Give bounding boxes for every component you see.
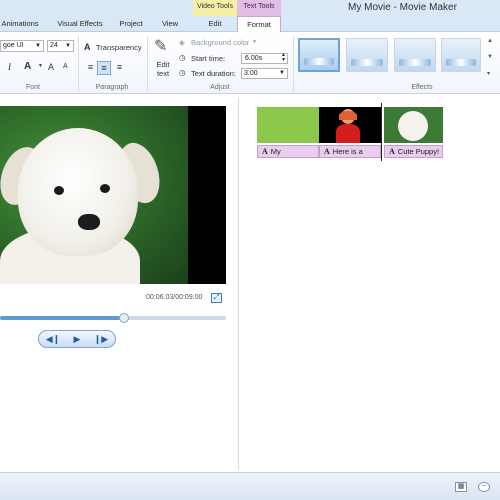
tab-format[interactable]: Format: [237, 16, 281, 33]
clock-icon: ◷: [179, 53, 186, 62]
storyboard-clip-puppy[interactable]: [384, 107, 443, 143]
caption-item[interactable]: A Cute Puppy!: [384, 145, 443, 158]
letterbox-bar: [188, 106, 226, 284]
ribbon-tabs: Animations Visual Effects Project View E…: [0, 16, 500, 33]
transparency-icon: A: [84, 42, 91, 52]
puppy-head: [18, 128, 138, 256]
text-caption-icon: A: [324, 147, 330, 156]
text-tools-label: Text Tools: [243, 3, 275, 10]
start-time-value: 6.00s: [245, 55, 263, 62]
person-body: [336, 124, 360, 143]
edit-text-icon: ✎: [154, 38, 168, 55]
transparency-button[interactable]: Transparency: [96, 43, 142, 52]
chevron-down-icon: ▼: [35, 43, 41, 49]
group-divider: [78, 36, 79, 92]
seek-bar[interactable]: [0, 313, 226, 323]
pane-divider[interactable]: [238, 97, 239, 470]
window-title: My Movie - Movie Maker: [348, 2, 457, 13]
effect-preview-icon: [399, 59, 431, 66]
play-icon[interactable]: ▶: [66, 333, 88, 346]
text-duration-label: Text duration:: [191, 69, 237, 78]
align-left-icon[interactable]: ≡: [84, 62, 97, 74]
fullscreen-icon[interactable]: ⤢: [211, 293, 222, 303]
storyboard-clip-title[interactable]: [257, 107, 319, 143]
effect-preview-icon: [304, 58, 334, 65]
effects-group-label: Effects: [411, 84, 433, 91]
adjust-group-label: Adjust: [210, 84, 230, 91]
storyboard-clip-person[interactable]: [319, 107, 381, 143]
shrink-font-button[interactable]: A: [63, 63, 68, 70]
chevron-down-icon: ▼: [252, 39, 257, 45]
timecode-display: 00:06.03/00:09.00: [146, 294, 203, 301]
caption-item[interactable]: A Here is a: [319, 145, 381, 158]
text-caption-icon: A: [262, 147, 268, 156]
status-bar: ▦ −: [0, 472, 500, 500]
storyboard-playhead[interactable]: [381, 103, 382, 161]
zoom-out-icon[interactable]: −: [478, 482, 490, 492]
caption-text: Cute Puppy!: [397, 147, 440, 156]
font-color-button[interactable]: A: [24, 61, 31, 72]
duration-icon: ◷: [179, 68, 186, 77]
puppy-thumbnail: [398, 111, 428, 141]
font-family-value: goe UI: [3, 42, 24, 49]
gallery-more-icon[interactable]: ▾: [487, 70, 490, 77]
puppy-eye-left: [54, 186, 64, 195]
chevron-down-icon: ▼: [65, 43, 71, 49]
caption-item[interactable]: A My: [257, 145, 319, 158]
font-size-value: 24: [50, 42, 58, 49]
effect-thumbnail-1[interactable]: [298, 38, 340, 72]
italic-button[interactable]: I: [8, 62, 11, 72]
grow-font-button[interactable]: A: [48, 62, 54, 72]
chevron-down-icon[interactable]: ▼: [38, 63, 43, 69]
previous-frame-icon[interactable]: ◀❙: [42, 333, 64, 346]
effect-thumbnail-2[interactable]: [346, 38, 388, 72]
group-divider: [293, 36, 294, 92]
start-time-input[interactable]: 6.00s ▲ ▼: [241, 53, 288, 64]
caption-text: My: [270, 147, 281, 156]
group-divider: [147, 36, 148, 92]
start-time-label: Start time:: [191, 54, 226, 63]
chevron-down-icon: ▼: [279, 70, 285, 76]
video-tools-label: Video Tools: [197, 3, 233, 10]
paint-bucket-icon: ◈: [179, 38, 185, 47]
effect-thumbnail-4[interactable]: [441, 38, 481, 72]
tab-project[interactable]: Project: [114, 16, 148, 32]
font-size-combo[interactable]: 24 ▼: [47, 40, 74, 52]
font-group-label: Font: [25, 84, 40, 91]
seek-progress: [0, 316, 124, 320]
effect-preview-icon: [351, 59, 383, 66]
align-center-icon[interactable]: ≡: [97, 61, 111, 75]
puppy-eye-right: [100, 184, 110, 193]
text-duration-combo[interactable]: 3.00 ▼: [241, 68, 288, 79]
tab-visual-effects[interactable]: Visual Effects: [52, 16, 108, 32]
effect-preview-icon: [446, 59, 476, 66]
text-duration-value: 3.00: [244, 70, 258, 77]
tab-edit[interactable]: Edit: [193, 16, 237, 32]
playback-controls: ◀❙ ▶ ❙▶: [38, 330, 116, 348]
next-frame-icon[interactable]: ❙▶: [90, 333, 112, 346]
seek-thumb[interactable]: [119, 313, 129, 323]
chevron-down-icon[interactable]: ▼: [487, 54, 493, 60]
align-right-icon[interactable]: ≡: [113, 62, 126, 74]
tab-animations[interactable]: Animations: [0, 16, 40, 32]
caption-text: Here is a: [332, 147, 363, 156]
tab-view[interactable]: View: [156, 16, 184, 32]
person-hair: [339, 111, 357, 120]
video-preview[interactable]: [0, 106, 226, 284]
font-family-combo[interactable]: goe UI ▼: [0, 40, 44, 52]
spin-arrows-icon[interactable]: ▲ ▼: [281, 53, 286, 63]
text-caption-icon: A: [389, 147, 395, 156]
edit-text-button[interactable]: Edit text: [153, 60, 173, 78]
chevron-up-icon[interactable]: ▲: [487, 38, 493, 44]
puppy-nose: [78, 214, 100, 230]
effect-thumbnail-3[interactable]: [394, 38, 436, 72]
storyboard-view-icon[interactable]: ▦: [455, 482, 467, 492]
background-color-button[interactable]: Background color: [191, 38, 249, 47]
paragraph-group-label: Paragraph: [95, 84, 129, 91]
